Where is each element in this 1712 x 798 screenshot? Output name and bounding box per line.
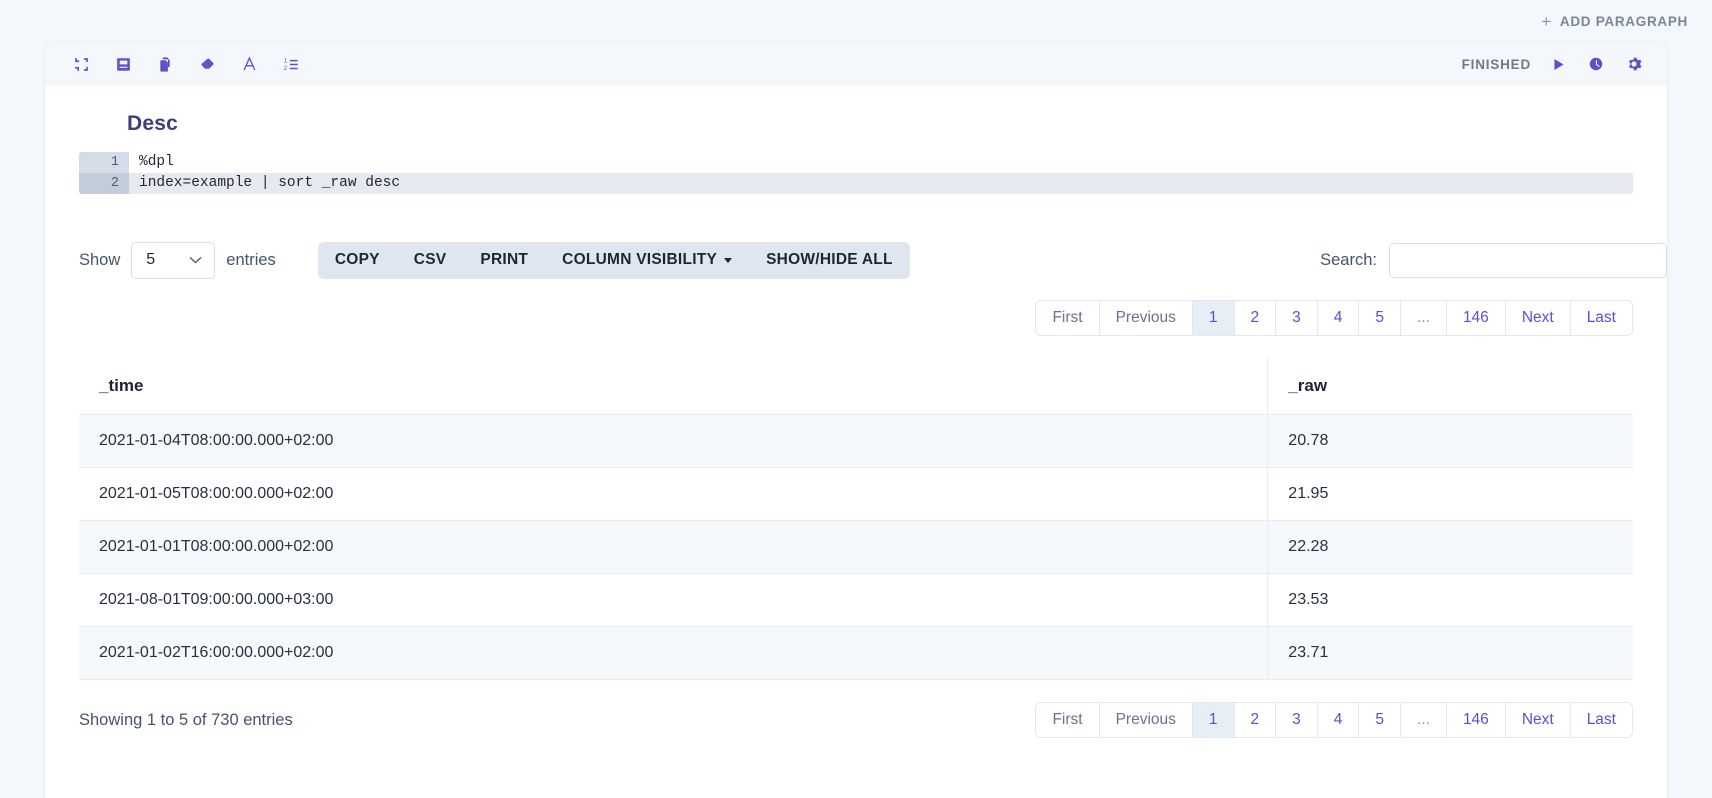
table-row: 2021-01-02T16:00:00.000+02:00 23.71 xyxy=(79,626,1633,680)
copy-button[interactable]: COPY xyxy=(318,242,397,279)
gear-icon[interactable] xyxy=(1623,53,1645,75)
cell-time: 2021-01-01T08:00:00.000+02:00 xyxy=(79,520,1269,574)
column-header-raw[interactable]: _raw xyxy=(1267,358,1633,415)
page-5[interactable]: 5 xyxy=(1359,703,1402,737)
add-paragraph-button[interactable]: + ADD PARAGRAPH xyxy=(1541,13,1688,30)
caret-down-icon xyxy=(724,257,733,263)
showing-entries-text: Showing 1 to 5 of 730 entries xyxy=(79,710,293,729)
font-icon[interactable] xyxy=(237,52,261,76)
cell-raw: 21.95 xyxy=(1267,467,1633,521)
line-number: 1 xyxy=(79,152,129,173)
page-first[interactable]: First xyxy=(1036,703,1100,737)
pagination-bottom: First Previous 1 2 3 4 5 ... 146 Next La… xyxy=(1035,702,1633,738)
page-146[interactable]: 146 xyxy=(1446,703,1506,737)
paragraph-body: Desc 1 %dpl 2 index=example | sort _raw … xyxy=(45,86,1667,756)
table-row: 2021-01-01T08:00:00.000+02:00 22.28 xyxy=(79,520,1633,574)
code-line[interactable]: 1 %dpl xyxy=(79,152,1633,173)
search-label: Search: xyxy=(1320,250,1377,269)
cell-time: 2021-01-05T08:00:00.000+02:00 xyxy=(79,467,1269,521)
eraser-icon[interactable] xyxy=(195,52,219,76)
page-2[interactable]: 2 xyxy=(1234,703,1277,737)
svg-text:2: 2 xyxy=(283,64,287,71)
toolbar-icon-group: 1 2 xyxy=(69,52,303,76)
toolbar-right-group: FINISHED xyxy=(1462,53,1645,75)
copy-button-label: COPY xyxy=(334,251,380,268)
svg-text:1: 1 xyxy=(283,57,287,64)
pagination-top: First Previous 1 2 3 4 5 ... 146 Next La… xyxy=(1035,300,1633,336)
paragraph-toolbar: 1 2 FINISHED xyxy=(45,42,1667,86)
results-table: _time _raw 2021-01-04T08:00:00.000+02:00… xyxy=(79,358,1633,680)
notebook-page: + ADD PARAGRAPH 1 2 FINISHED Desc 1 %dpl… xyxy=(0,0,1712,798)
code-text[interactable]: %dpl xyxy=(129,152,1633,173)
table-header-row: _time _raw xyxy=(79,358,1633,415)
page-3[interactable]: 3 xyxy=(1276,301,1318,335)
table-footer: Showing 1 to 5 of 730 entries First Prev… xyxy=(79,702,1633,756)
page-1[interactable]: 1 xyxy=(1192,301,1235,335)
cell-time: 2021-01-02T16:00:00.000+02:00 xyxy=(79,626,1269,680)
notebook-icon[interactable] xyxy=(111,52,135,76)
page-next[interactable]: Next xyxy=(1505,301,1571,335)
page-size-value: 5 xyxy=(146,251,156,268)
column-visibility-button[interactable]: COLUMN VISIBILITY xyxy=(545,242,749,279)
cell-time: 2021-01-04T08:00:00.000+02:00 xyxy=(79,414,1269,468)
run-icon[interactable] xyxy=(1547,53,1569,75)
print-button-label: PRINT xyxy=(480,251,529,268)
clock-icon[interactable] xyxy=(1585,53,1607,75)
table-controls: Show 5 entries COPY CSV PRINT COLUMN VIS… xyxy=(79,240,1667,280)
show-entries-group: Show 5 entries xyxy=(79,241,276,279)
show-label: Show xyxy=(79,250,121,269)
page-5[interactable]: 5 xyxy=(1359,301,1402,335)
collapse-icon[interactable] xyxy=(69,52,93,76)
csv-button[interactable]: CSV xyxy=(397,242,464,279)
page-146[interactable]: 146 xyxy=(1446,301,1506,335)
copy-icon[interactable] xyxy=(153,52,177,76)
ordered-list-icon[interactable]: 1 2 xyxy=(279,52,303,76)
status-badge: FINISHED xyxy=(1461,56,1531,72)
page-first[interactable]: First xyxy=(1036,301,1100,335)
table-row: 2021-08-01T09:00:00.000+03:00 23.53 xyxy=(79,573,1633,627)
page-1[interactable]: 1 xyxy=(1192,703,1235,737)
show-hide-all-label: SHOW/HIDE ALL xyxy=(766,251,893,268)
column-header-time[interactable]: _time xyxy=(79,358,1269,415)
line-number: 2 xyxy=(79,173,129,194)
show-hide-all-button[interactable]: SHOW/HIDE ALL xyxy=(749,242,910,279)
code-editor[interactable]: 1 %dpl 2 index=example | sort _raw desc xyxy=(79,152,1633,194)
page-next[interactable]: Next xyxy=(1505,703,1571,737)
column-visibility-label: COLUMN VISIBILITY xyxy=(562,251,718,268)
datatable-buttons: COPY CSV PRINT COLUMN VISIBILITY SHOW/HI… xyxy=(317,241,910,279)
code-line[interactable]: 2 index=example | sort _raw desc xyxy=(79,173,1633,194)
table-row: 2021-01-04T08:00:00.000+02:00 20.78 xyxy=(79,414,1633,468)
chevron-down-icon xyxy=(189,251,202,269)
page-last[interactable]: Last xyxy=(1570,301,1632,335)
page-previous[interactable]: Previous xyxy=(1099,301,1193,335)
page-ellipsis: ... xyxy=(1401,301,1447,335)
add-paragraph-label: ADD PARAGRAPH xyxy=(1559,13,1688,29)
page-previous[interactable]: Previous xyxy=(1099,703,1193,737)
plus-icon: + xyxy=(1541,11,1552,31)
page-4[interactable]: 4 xyxy=(1317,301,1360,335)
page-last[interactable]: Last xyxy=(1570,703,1632,737)
pagination-top-wrap: First Previous 1 2 3 4 5 ... 146 Next La… xyxy=(79,300,1633,336)
search-input[interactable] xyxy=(1389,242,1667,278)
top-action-bar: + ADD PARAGRAPH xyxy=(0,0,1712,42)
page-3[interactable]: 3 xyxy=(1276,703,1318,737)
page-2[interactable]: 2 xyxy=(1234,301,1277,335)
cell-raw: 23.71 xyxy=(1267,626,1633,680)
page-4[interactable]: 4 xyxy=(1317,703,1360,737)
page-title: Desc xyxy=(127,112,179,135)
csv-button-label: CSV xyxy=(413,251,447,268)
code-text[interactable]: index=example | sort _raw desc xyxy=(129,173,1633,194)
print-button[interactable]: PRINT xyxy=(463,242,545,279)
cell-raw: 22.28 xyxy=(1267,520,1633,574)
page-size-select[interactable]: 5 xyxy=(131,241,216,279)
cell-raw: 20.78 xyxy=(1267,414,1633,468)
page-ellipsis: ... xyxy=(1401,703,1447,737)
entries-label: entries xyxy=(226,250,276,269)
paragraph-card: 1 2 FINISHED Desc 1 %dpl 2 index=example… xyxy=(45,42,1667,798)
cell-time: 2021-08-01T09:00:00.000+03:00 xyxy=(79,573,1269,627)
table-row: 2021-01-05T08:00:00.000+02:00 21.95 xyxy=(79,467,1633,521)
cell-raw: 23.53 xyxy=(1267,573,1633,627)
search-group: Search: xyxy=(1320,242,1667,278)
